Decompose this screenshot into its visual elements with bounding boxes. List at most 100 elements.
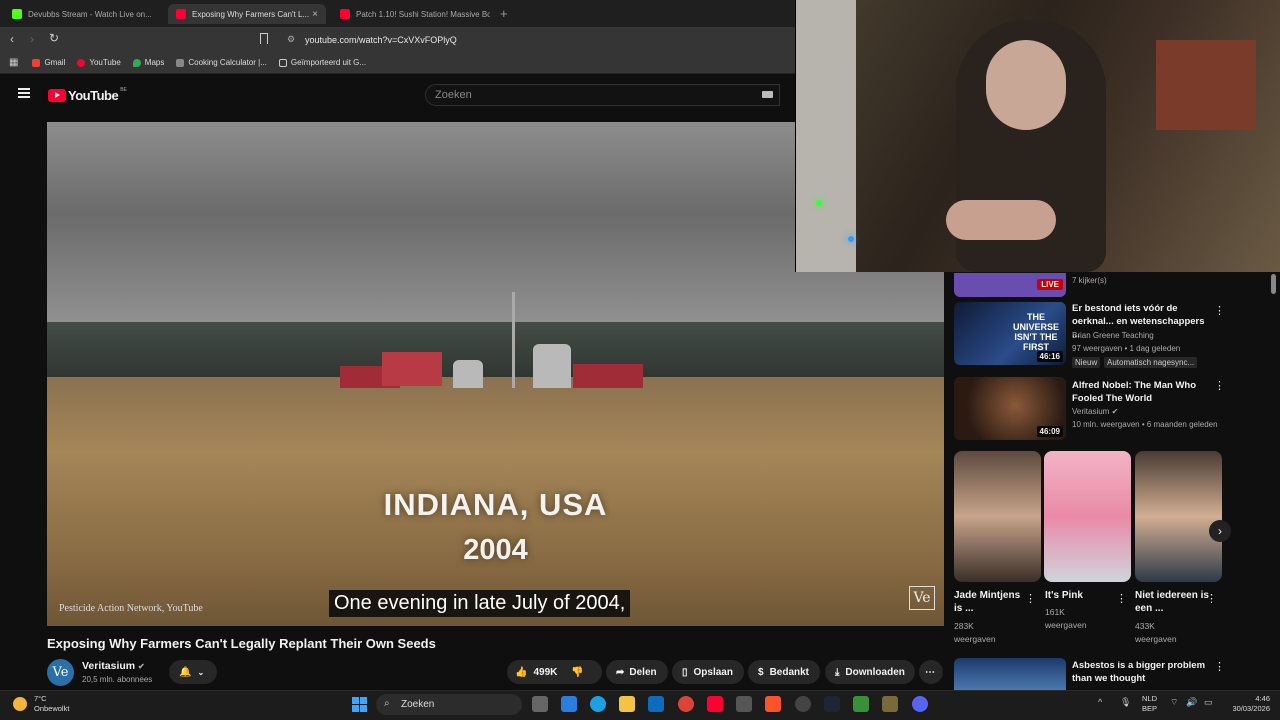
more-vert-icon[interactable]: ⋮ xyxy=(1214,379,1225,392)
url-field[interactable]: ⚙ youtube.com/watch?v=CxVXvFOPlyQ xyxy=(280,31,800,49)
app-icon[interactable] xyxy=(882,696,898,712)
fairy-light xyxy=(816,200,822,206)
bookmark-maps[interactable]: Maps xyxy=(132,58,164,67)
more-icon: ⋯ xyxy=(925,666,935,678)
rec-thumbnail: THE UNIVERSE ISN'T THE FIRST 46:16 xyxy=(954,302,1066,365)
site-info-icon[interactable]: ⚙ xyxy=(287,34,295,45)
calculator-icon[interactable] xyxy=(736,696,752,712)
youtube-logo[interactable]: YouTube BE xyxy=(48,87,127,103)
thanks-icon: $ xyxy=(758,666,764,678)
reload-icon[interactable]: ↻ xyxy=(49,31,59,45)
search-input[interactable]: Zoeken xyxy=(425,84,780,106)
folder-icon xyxy=(278,58,287,67)
task-view-icon[interactable] xyxy=(532,696,548,712)
overlay-year: 2004 xyxy=(463,534,528,566)
more-vert-icon[interactable]: ⋮ xyxy=(1214,304,1225,317)
short-title[interactable]: Niet iedereen is een ... xyxy=(1135,589,1210,615)
rec-item[interactable]: 46:09 Alfred Nobel: The Man Who Fooled T… xyxy=(954,377,1274,441)
like-button[interactable]: 👍 499K 👎 xyxy=(507,660,602,684)
microphone-icon[interactable]: 🎙 xyxy=(1120,697,1131,708)
clock-time[interactable]: 4:46 xyxy=(1224,694,1270,703)
tab-devubbs[interactable]: Devubbs Stream - Watch Live on... xyxy=(4,4,164,24)
sidebar-scrollbar[interactable] xyxy=(1271,274,1276,294)
bookmark-icon[interactable] xyxy=(260,33,268,44)
channel-avatar[interactable]: Ve xyxy=(47,659,74,686)
chevron-up-icon[interactable]: ^ xyxy=(1098,697,1102,707)
channel-name-text: Veritasium xyxy=(82,660,136,672)
share-label: Delen xyxy=(629,666,657,678)
rec-item[interactable]: THE UNIVERSE ISN'T THE FIRST 46:16 Er be… xyxy=(954,302,1274,370)
bookmark-cooking-calculator[interactable]: Cooking Calculator |... xyxy=(176,58,267,67)
youtube-app-icon[interactable] xyxy=(707,696,723,712)
close-tab-icon[interactable]: × xyxy=(312,9,318,20)
menu-icon[interactable] xyxy=(18,88,30,98)
silo xyxy=(453,360,483,388)
volume-icon[interactable]: 🔊 xyxy=(1186,697,1197,708)
short-title[interactable]: It's Pink xyxy=(1045,589,1120,602)
subtitle-caption: One evening in late July of 2004, xyxy=(329,590,631,617)
outlook-icon[interactable] xyxy=(648,696,664,712)
share-button[interactable]: ➦ Delen xyxy=(606,660,668,684)
notifications-button[interactable]: 🔔 ⌄ xyxy=(169,660,217,684)
rec-meta: 10 mln. weergaven • 6 maanden geleden xyxy=(1072,420,1218,429)
tab-patch[interactable]: Patch 1.10! Sushi Station! Massive Bo... xyxy=(332,4,490,24)
footage-credit: Pesticide Action Network, YouTube xyxy=(59,603,203,614)
steam-icon[interactable] xyxy=(824,696,840,712)
live-rec-item[interactable]: LIVE 7 kijker(s) xyxy=(954,273,1274,297)
wifi-icon[interactable]: ⌔ xyxy=(1170,697,1178,708)
apps-grid-icon[interactable]: ▦ xyxy=(9,57,18,68)
more-vert-icon[interactable]: ⋮ xyxy=(1025,592,1036,605)
store-icon[interactable] xyxy=(561,696,577,712)
clock-date: 30/03/2026 xyxy=(1232,704,1270,713)
discord-icon[interactable] xyxy=(912,696,928,712)
rec-item[interactable]: Asbestos is a bigger problem than we tho… xyxy=(954,658,1274,690)
thanks-button[interactable]: $ Bedankt xyxy=(748,660,820,684)
brave-icon[interactable] xyxy=(765,696,781,712)
rec-title: Asbestos is a bigger problem than we tho… xyxy=(1072,660,1206,684)
short-thumbnail[interactable] xyxy=(1044,451,1131,582)
short-views: 433K xyxy=(1135,621,1155,631)
short-thumbnail[interactable] xyxy=(954,451,1041,582)
video-duration: 46:16 xyxy=(1036,351,1063,362)
barn xyxy=(382,352,442,386)
game-icon[interactable] xyxy=(853,696,869,712)
weather-icon[interactable] xyxy=(13,697,27,711)
taskbar-search[interactable]: ⌕ Zoeken xyxy=(376,694,522,715)
keyboard-lang[interactable]: NLD xyxy=(1142,694,1157,703)
channel-watermark[interactable]: Ve xyxy=(909,586,935,610)
windows-taskbar xyxy=(0,690,1280,720)
keyboard-icon[interactable] xyxy=(762,91,773,98)
tab-exposing[interactable]: Exposing Why Farmers Can't L... × xyxy=(168,4,326,24)
save-button[interactable]: ▯ Opslaan xyxy=(672,660,744,684)
short-title[interactable]: Jade Mintjens is ... xyxy=(954,589,1029,615)
short-views-unit: weergaven xyxy=(1135,634,1177,644)
bookmark-imported-folder[interactable]: Geïmporteerd uit G... xyxy=(278,58,366,67)
new-tab-icon[interactable]: + xyxy=(500,6,508,21)
thumbs-up-icon: 👍 xyxy=(515,666,528,678)
settings-icon[interactable] xyxy=(795,696,811,712)
more-vert-icon[interactable]: ⋮ xyxy=(1116,592,1127,605)
rec-meta: 97 weergaven • 1 dag geleden xyxy=(1072,344,1181,353)
bookmark-gmail[interactable]: Gmail xyxy=(32,58,65,67)
taskbar-search-label: Zoeken xyxy=(401,699,435,710)
more-actions-button[interactable]: ⋯ xyxy=(919,660,943,684)
short-views: 283K xyxy=(954,621,974,631)
edge-icon[interactable] xyxy=(590,696,606,712)
tab-label: Patch 1.10! Sushi Station! Massive Bo... xyxy=(356,9,490,19)
more-vert-icon[interactable]: ⋮ xyxy=(1214,660,1225,673)
bookmark-youtube[interactable]: YouTube xyxy=(77,58,121,67)
download-button[interactable]: ⤓ Downloaden xyxy=(825,660,915,684)
forward-icon[interactable]: › xyxy=(30,32,34,46)
battery-icon[interactable]: ▭ xyxy=(1204,697,1213,708)
chrome-icon[interactable] xyxy=(678,696,694,712)
share-icon: ➦ xyxy=(616,666,625,678)
chevron-right-icon[interactable]: › xyxy=(1209,520,1231,542)
chevron-down-icon: ⌄ xyxy=(197,667,205,677)
channel-name[interactable]: Veritasium ✔ xyxy=(82,660,145,672)
back-icon[interactable]: ‹ xyxy=(10,32,14,46)
file-explorer-icon[interactable] xyxy=(619,696,635,712)
calculator-icon xyxy=(176,58,185,67)
windows-start-icon[interactable] xyxy=(352,697,367,712)
short-thumbnail[interactable] xyxy=(1135,451,1222,582)
more-vert-icon[interactable]: ⋮ xyxy=(1206,592,1217,605)
